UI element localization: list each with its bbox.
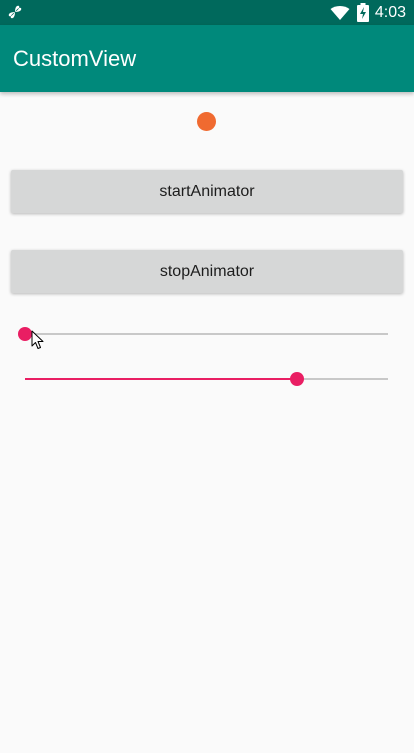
- battery-charging-icon: [356, 3, 369, 22]
- status-icons: 4:03: [330, 2, 406, 23]
- app-bar: CustomView: [0, 25, 414, 92]
- fan-icon: [8, 5, 22, 19]
- app-title: CustomView: [13, 46, 137, 71]
- stop-animator-button[interactable]: stopAnimator: [11, 250, 403, 293]
- seekbar-2[interactable]: [25, 369, 388, 389]
- seekbar-progress: [25, 378, 298, 380]
- mouse-cursor-icon: [31, 330, 44, 349]
- start-animator-button[interactable]: startAnimator: [11, 170, 403, 213]
- seekbar-track: [25, 333, 388, 335]
- status-bar: 4:03: [0, 0, 414, 25]
- seekbar-thumb[interactable]: [18, 327, 32, 341]
- wifi-icon: [330, 5, 350, 20]
- animated-dot: [197, 112, 216, 131]
- seekbar-thumb[interactable]: [290, 372, 305, 386]
- status-time: 4:03: [374, 4, 406, 21]
- seekbar-1[interactable]: [18, 324, 388, 344]
